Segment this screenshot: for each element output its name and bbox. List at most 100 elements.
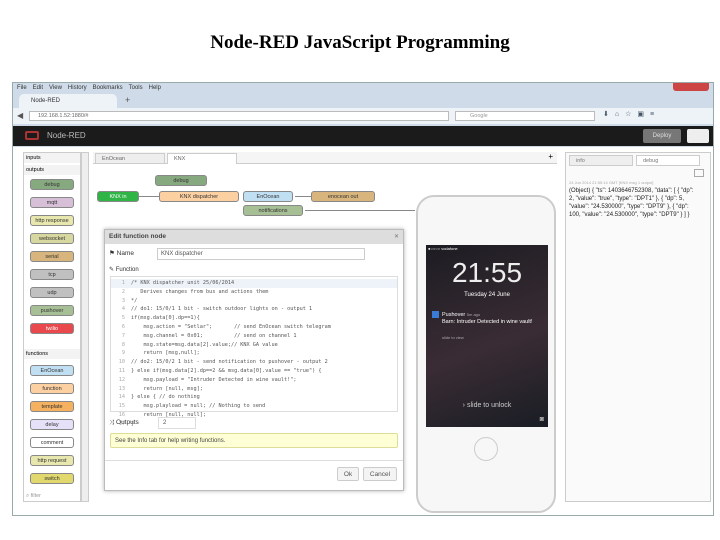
code-line: 16 return [null, null]; [111, 411, 397, 420]
line-number: 15 [118, 403, 125, 410]
notif-app-name: Pushover [442, 312, 466, 318]
clear-debug-icon[interactable] [694, 169, 704, 177]
code-text: } else if(msg.data[2].dp==2 && msg.data[… [131, 367, 322, 374]
ok-button[interactable]: Ok [337, 467, 359, 481]
palette-node-websocket[interactable]: websocket [30, 233, 74, 244]
menu-file[interactable]: File [17, 85, 27, 91]
close-icon[interactable]: ✕ [394, 233, 399, 241]
code-text: Derives changes from bus and actions the… [131, 288, 269, 295]
code-text: /* KNX dispatcher unit 25/06/2014 [131, 280, 235, 286]
tab-title: Node-RED [31, 98, 61, 104]
line-number: 2 [121, 288, 125, 295]
palette-node-tcp[interactable]: tcp [30, 269, 74, 280]
add-tab-button[interactable]: + [548, 152, 553, 162]
outputs-label-text: Outputs [116, 419, 139, 426]
palette-node-twilio[interactable]: twilio [30, 323, 74, 334]
line-number: 9 [121, 350, 125, 357]
code-text: msg.payload = "Intruder Detected in wine… [131, 376, 297, 383]
palette: inputs outputs debug mqtt http response web… [23, 152, 81, 502]
palette-filter-input[interactable]: ⌕ filter [24, 491, 80, 501]
edit-function-dialog: Edit function node ✕ ⚑ Name KNX dispatch… [104, 229, 404, 491]
node-enocean-out[interactable]: enocean out [311, 191, 375, 202]
url-input[interactable]: 192.168.1.52:1880/# [29, 111, 449, 121]
palette-node-enocean[interactable]: EnOcean [30, 365, 74, 376]
node-notifications[interactable]: notifications [243, 205, 303, 216]
function-label: ✎ Function [109, 267, 139, 273]
notif-action: slide to view [442, 335, 464, 340]
category-label: functions [26, 351, 49, 357]
palette-node-template[interactable]: template [30, 401, 74, 412]
code-line: 10 // do2: 15/0/2 1 bit - send notificati… [111, 358, 397, 367]
code-line: 3 */ [111, 297, 397, 306]
name-label: ⚑ Name [109, 250, 134, 257]
palette-node-pushover[interactable]: pushover [30, 305, 74, 316]
camera-icon[interactable]: ◙ [540, 416, 544, 424]
outputs-stepper[interactable]: 2 [158, 417, 196, 429]
line-number: 4 [121, 306, 125, 313]
palette-category-functions[interactable]: functions [24, 349, 80, 359]
palette-node-function[interactable]: function [30, 383, 74, 394]
sidebar-tab-debug[interactable]: debug [636, 155, 700, 166]
code-text: return [null, msg]; [131, 385, 203, 392]
deploy-button[interactable]: Deploy [643, 129, 681, 143]
node-debug[interactable]: debug [155, 175, 207, 186]
toolbar-icons[interactable]: ⬇⌂☆▣≡ [603, 110, 660, 120]
code-line: 15 msg.playload = null; // Nothing to se… [111, 402, 397, 411]
tab-knx[interactable]: KNX [167, 153, 237, 164]
menu-tools[interactable]: Tools [129, 85, 143, 91]
palette-node-delay[interactable]: delay [30, 419, 74, 430]
back-icon[interactable]: ◀ [17, 111, 23, 120]
menu-view[interactable]: View [49, 85, 62, 91]
palette-scrollbar[interactable] [81, 152, 89, 502]
menu-history[interactable]: History [68, 85, 87, 91]
function-code-editor[interactable]: 1 /* KNX dispatcher unit 25/06/2014 2 Deri… [110, 276, 398, 427]
cancel-button[interactable]: Cancel [363, 467, 397, 481]
notif-age: 5m ago [466, 312, 481, 317]
palette-node-switch[interactable]: switch [30, 473, 74, 484]
line-number: 1 [121, 280, 125, 286]
line-number: 12 [118, 376, 125, 383]
palette-node-mqtt[interactable]: mqtt [30, 197, 74, 208]
line-number: 5 [121, 315, 125, 322]
sidebar-tab-info[interactable]: info [569, 155, 633, 166]
notif-text: Barn: Intruder Detected in wine vault! [442, 319, 533, 325]
browser-tab[interactable]: Node-RED [19, 94, 117, 108]
new-tab-button[interactable]: + [125, 95, 130, 105]
name-input[interactable]: KNX dispatcher [157, 248, 365, 260]
carrier: ●○○○○ vodafone [428, 246, 458, 251]
line-number: 14 [118, 394, 125, 401]
debug-message: (Object) { "ts": 1403646752308, "data": … [569, 188, 694, 218]
function-label-text: Function [115, 267, 139, 273]
palette-category-outputs[interactable]: outputs [24, 165, 80, 175]
tab-enocean[interactable]: EnOcean [95, 153, 165, 164]
search-input[interactable]: Google [455, 111, 595, 121]
node-enocean[interactable]: EnOcean [243, 191, 293, 202]
code-text: msg.state=msg.data[2].value;// KNX GA va… [131, 341, 278, 348]
node-knx-dispatcher[interactable]: KNX dispatcher [159, 191, 239, 202]
nav-bar: ◀ 192.168.1.52:1880/# Google ⬇⌂☆▣≡ [13, 108, 713, 124]
home-button[interactable] [474, 437, 498, 461]
line-number: 11 [118, 367, 125, 374]
palette-node-udp[interactable]: udp [30, 287, 74, 298]
menu-edit[interactable]: Edit [33, 85, 43, 91]
code-text: // do1: 15/0/1 1 bit - switch outdoor li… [131, 306, 313, 313]
palette-node-http-request[interactable]: http request [30, 455, 74, 466]
palette-node-serial[interactable]: serial [30, 251, 74, 262]
palette-category-inputs[interactable]: inputs [24, 153, 80, 163]
main-menu-button[interactable] [687, 129, 709, 143]
line-number: 6 [121, 323, 125, 330]
menu-bookmarks[interactable]: Bookmarks [93, 85, 123, 91]
code-line: 11 } else if(msg.data[2].dp==2 && msg.dat… [111, 367, 397, 376]
node-knx-in[interactable]: KNX in [97, 191, 139, 202]
name-label-text: Name [116, 250, 134, 257]
code-text: // do2: 15/0/2 1 bit - send notification… [131, 359, 328, 366]
palette-node-debug[interactable]: debug [30, 179, 74, 190]
window-controls[interactable] [673, 83, 709, 91]
line-number: 8 [121, 341, 125, 348]
menu-help[interactable]: Help [149, 85, 161, 91]
palette-node-http-response[interactable]: http response [30, 215, 74, 226]
line-number: 3 [121, 297, 125, 304]
slide-to-unlock[interactable]: › slide to unlock [426, 401, 548, 410]
code-line: 5 if(msg.data[0].dp==1){ [111, 314, 397, 323]
palette-node-comment[interactable]: comment [30, 437, 74, 448]
